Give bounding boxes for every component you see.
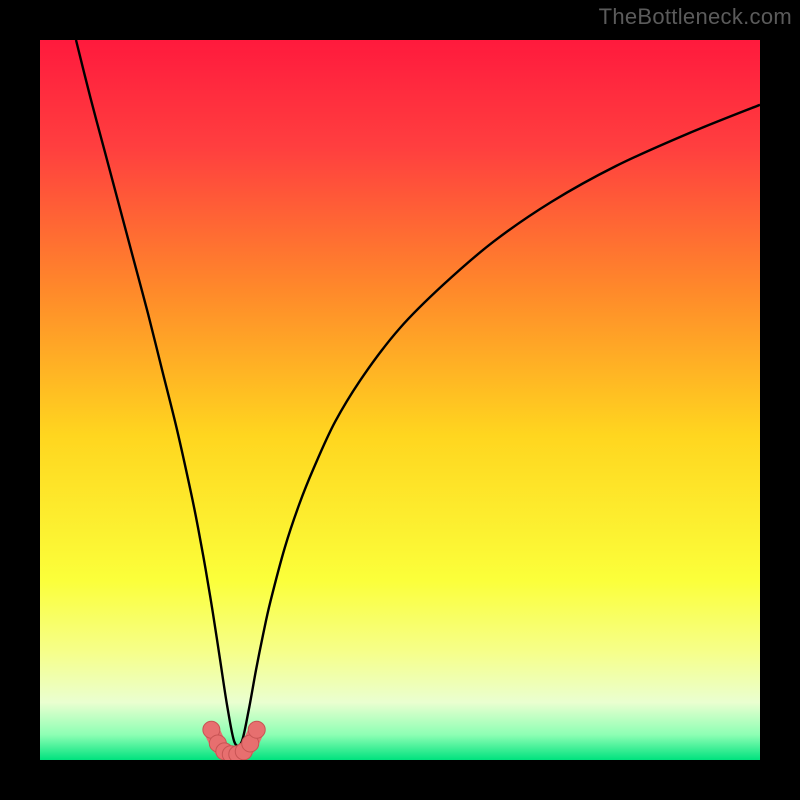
bottleneck-curve-chart [40, 40, 760, 760]
bottom-marker [248, 721, 265, 738]
watermark-text: TheBottleneck.com [599, 4, 792, 30]
plot-area [40, 40, 760, 760]
chart-frame: TheBottleneck.com [0, 0, 800, 800]
